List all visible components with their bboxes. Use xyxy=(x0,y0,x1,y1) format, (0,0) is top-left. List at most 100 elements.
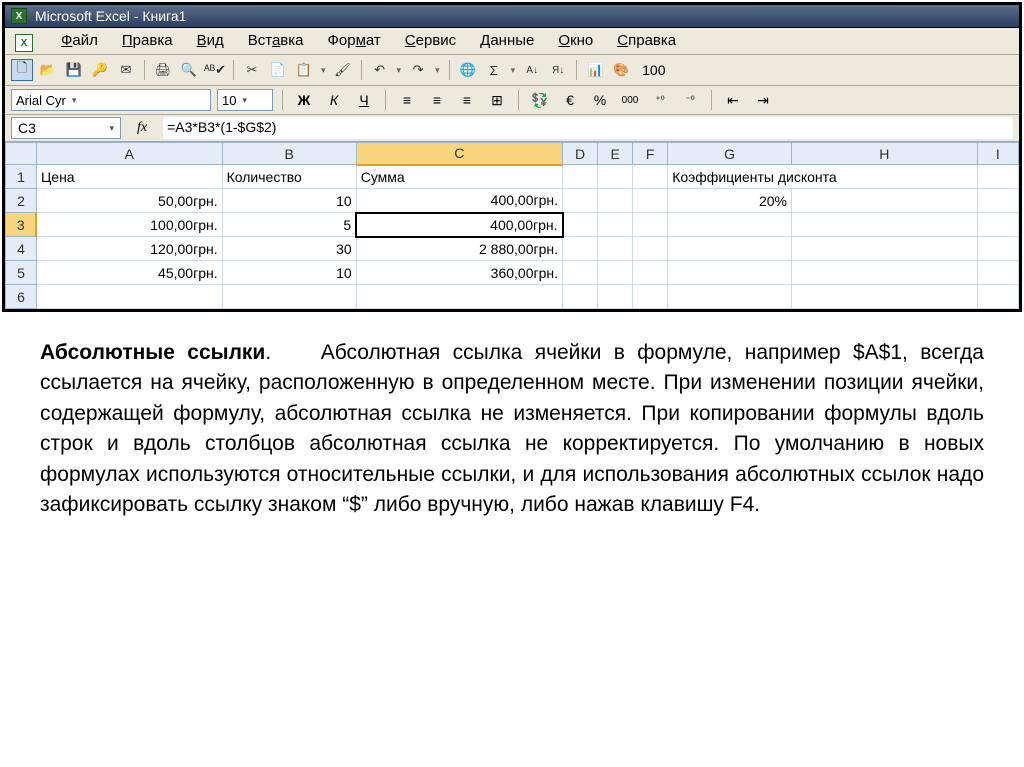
align-center-button[interactable]: ≡ xyxy=(425,89,449,111)
euro-button[interactable]: € xyxy=(558,89,582,111)
font-size-combo[interactable]: 10 ▾ xyxy=(217,89,273,111)
drawing-button[interactable]: 🎨 xyxy=(610,59,632,81)
cell[interactable] xyxy=(633,261,668,285)
cell[interactable] xyxy=(668,237,792,261)
cell[interactable] xyxy=(598,261,633,285)
thousands-button[interactable]: 000 xyxy=(618,89,642,111)
mail-button[interactable]: ✉ xyxy=(115,59,137,81)
cell[interactable] xyxy=(598,285,633,309)
cell[interactable] xyxy=(563,237,598,261)
autosum-button[interactable]: Σ xyxy=(483,59,505,81)
permissions-button[interactable]: 🔑 xyxy=(89,59,111,81)
cell[interactable]: Сумма xyxy=(356,165,562,189)
cell[interactable]: 20% xyxy=(668,189,792,213)
row-header-3[interactable]: 3 xyxy=(6,213,37,237)
menu-tools[interactable]: Сервис xyxy=(405,32,456,50)
cell[interactable]: 400,00грн. xyxy=(356,213,562,237)
cell[interactable]: Количество xyxy=(222,165,356,189)
cell[interactable] xyxy=(633,213,668,237)
cell[interactable]: 10 xyxy=(222,261,356,285)
sort-desc-button[interactable]: Я↓ xyxy=(547,59,569,81)
decrease-indent-button[interactable]: ⇤ xyxy=(721,89,745,111)
preview-button[interactable]: 🔍 xyxy=(178,59,200,81)
cell[interactable] xyxy=(633,237,668,261)
currency-button[interactable]: 💱 xyxy=(528,89,552,111)
menu-insert[interactable]: Вставка xyxy=(248,32,304,50)
cell[interactable] xyxy=(633,285,668,309)
hyperlink-button[interactable]: 🌐 xyxy=(457,59,479,81)
percent-button[interactable]: % xyxy=(588,89,612,111)
menu-view[interactable]: Вид xyxy=(197,32,224,50)
column-header-H[interactable]: H xyxy=(791,143,977,165)
zoom-value[interactable]: 100 xyxy=(642,62,665,78)
column-header-B[interactable]: B xyxy=(222,143,356,165)
new-button[interactable]: 🗋 xyxy=(11,59,33,81)
italic-button[interactable]: К xyxy=(322,89,346,111)
increase-indent-button[interactable]: ⇥ xyxy=(751,89,775,111)
redo-dropdown-icon[interactable]: ▾ xyxy=(433,65,442,76)
row-header-1[interactable]: 1 xyxy=(6,165,37,189)
cell[interactable] xyxy=(668,285,792,309)
bold-button[interactable]: Ж xyxy=(292,89,316,111)
sort-asc-button[interactable]: A↓ xyxy=(521,59,543,81)
menu-edit[interactable]: Правка xyxy=(122,32,173,50)
redo-button[interactable]: ↷ xyxy=(407,59,429,81)
cell[interactable] xyxy=(598,237,633,261)
cell[interactable]: 45,00грн. xyxy=(36,261,222,285)
cell[interactable]: 30 xyxy=(222,237,356,261)
cell[interactable] xyxy=(791,285,977,309)
cell[interactable] xyxy=(563,285,598,309)
cell[interactable] xyxy=(977,213,1018,237)
menu-window[interactable]: Окно xyxy=(558,32,593,50)
menu-data[interactable]: Данные xyxy=(480,32,534,50)
row-header-5[interactable]: 5 xyxy=(6,261,37,285)
formula-input[interactable]: =A3*B3*(1-$G$2) xyxy=(163,117,1013,139)
merge-button[interactable]: ⊞ xyxy=(485,89,509,111)
underline-button[interactable]: Ч xyxy=(352,89,376,111)
decrease-decimal-button[interactable]: ⁻⁰ xyxy=(678,89,702,111)
row-header-6[interactable]: 6 xyxy=(6,285,37,309)
open-button[interactable]: 📂 xyxy=(37,59,59,81)
undo-dropdown-icon[interactable]: ▾ xyxy=(395,65,404,76)
copy-button[interactable]: 📄 xyxy=(267,59,289,81)
spreadsheet-grid[interactable]: ABCDEFGHI1ЦенаКоличествоСуммаКоэффициент… xyxy=(5,142,1019,309)
column-header-D[interactable]: D xyxy=(563,143,598,165)
cell[interactable] xyxy=(598,213,633,237)
save-button[interactable]: 💾 xyxy=(63,59,85,81)
cell[interactable] xyxy=(791,237,977,261)
cell[interactable] xyxy=(356,285,562,309)
row-header-4[interactable]: 4 xyxy=(6,237,37,261)
cell[interactable] xyxy=(977,261,1018,285)
align-left-button[interactable]: ≡ xyxy=(395,89,419,111)
cell[interactable] xyxy=(791,261,977,285)
menu-format[interactable]: Формат xyxy=(327,32,380,50)
cell[interactable] xyxy=(977,165,1018,189)
spelling-button[interactable]: ᴬᴮ✔ xyxy=(204,59,226,81)
menu-help[interactable]: Справка xyxy=(617,32,676,50)
font-combo[interactable]: Arial Cyr ▾ xyxy=(11,89,211,111)
cell[interactable] xyxy=(791,213,977,237)
cell[interactable] xyxy=(977,237,1018,261)
cell[interactable] xyxy=(791,189,977,213)
undo-button[interactable]: ↶ xyxy=(369,59,391,81)
cell[interactable] xyxy=(36,285,222,309)
column-header-A[interactable]: A xyxy=(36,143,222,165)
cell[interactable] xyxy=(563,189,598,213)
cell[interactable] xyxy=(633,189,668,213)
select-all-corner[interactable] xyxy=(6,143,37,165)
print-button[interactable]: 🖨 xyxy=(152,59,174,81)
column-header-F[interactable]: F xyxy=(633,143,668,165)
column-header-C[interactable]: C xyxy=(356,143,562,165)
cell[interactable] xyxy=(668,261,792,285)
cell[interactable]: 120,00грн. xyxy=(36,237,222,261)
paste-dropdown-icon[interactable]: ▾ xyxy=(319,65,328,76)
chart-button[interactable]: 📊 xyxy=(584,59,606,81)
format-painter-button[interactable]: 🖌 xyxy=(332,59,354,81)
cell[interactable] xyxy=(598,165,633,189)
cell[interactable] xyxy=(563,165,598,189)
menu-file[interactable]: Файл xyxy=(61,32,98,50)
cell[interactable]: 400,00грн. xyxy=(356,189,562,213)
column-header-I[interactable]: I xyxy=(977,143,1018,165)
column-header-G[interactable]: G xyxy=(668,143,792,165)
cell[interactable]: 50,00грн. xyxy=(36,189,222,213)
